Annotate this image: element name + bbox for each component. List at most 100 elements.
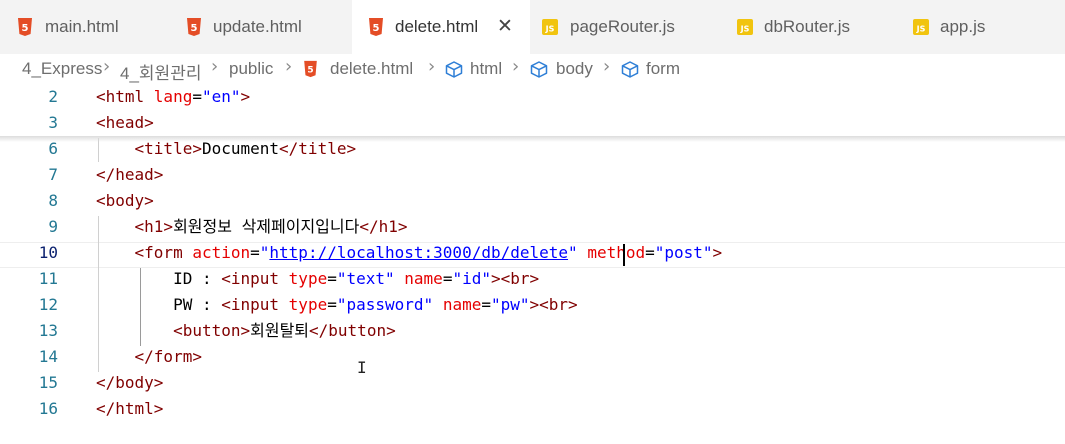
code-line[interactable]: 10 <form action="http://localhost:3000/d…	[0, 240, 1065, 266]
breadcrumb-item-element[interactable]: form	[646, 59, 680, 79]
svg-text:JS: JS	[916, 25, 926, 34]
code-line[interactable]: 11 ID : <input type="text" name="id"><br…	[0, 266, 1065, 292]
code-token: <head>	[96, 113, 154, 132]
symbol-cube-icon	[445, 61, 463, 78]
line-number: 7	[48, 165, 58, 184]
code-text: </body>	[96, 370, 163, 396]
code-token: "	[259, 243, 270, 262]
code-text: </html>	[96, 396, 163, 422]
code-token: =	[250, 243, 260, 262]
code-line[interactable]: 9 <h1>회원정보 삭제페이지입니다</h1>	[0, 214, 1065, 240]
code-token: <input	[221, 295, 289, 314]
chevron-right-icon: ›	[285, 56, 293, 77]
code-token: lang	[153, 87, 193, 106]
symbol-cube-icon	[530, 61, 548, 78]
tab-delete-html[interactable]: 5 delete.html ✕	[352, 0, 530, 54]
code-token: "en"	[201, 87, 241, 106]
js-file-icon: JS	[913, 19, 929, 35]
code-line[interactable]: 3 <head>	[0, 110, 1065, 136]
line-number: 10	[38, 243, 58, 262]
code-token: </body>	[96, 373, 164, 392]
code-text: <head>	[96, 110, 154, 136]
code-token: name	[442, 295, 482, 314]
js-file-icon: JS	[737, 19, 753, 35]
line-number: 8	[48, 191, 58, 210]
code-token: name	[404, 269, 443, 288]
code-text: ID : <input type="text" name="id"><br>	[96, 266, 539, 292]
close-tab-icon[interactable]: ✕	[497, 17, 513, 36]
breadcrumb-item-file[interactable]: delete.html	[330, 59, 413, 79]
breadcrumb-item-folder[interactable]: 4_Express	[22, 59, 102, 79]
code-token: >	[712, 243, 723, 262]
tab-label: main.html	[45, 17, 119, 36]
code-token: ID :	[96, 269, 222, 288]
code-line[interactable]: 7 </head>	[0, 162, 1065, 188]
code-token: "	[568, 243, 578, 262]
code-token: type	[288, 295, 328, 314]
editor-tab-bar: 5 main.html 5 update.html 5 delete.html …	[0, 0, 1065, 54]
code-token: =	[192, 87, 202, 106]
tab-update-html[interactable]: 5 update.html	[175, 0, 352, 54]
code-token: >	[529, 295, 540, 314]
js-file-icon: JS	[542, 19, 558, 35]
code-url-link[interactable]: http://localhost:3000/db/delete	[269, 243, 568, 262]
code-line[interactable]: 8 <body>	[0, 188, 1065, 214]
code-token: >	[490, 269, 501, 288]
text-cursor	[623, 244, 625, 266]
code-token: 회원탈퇴	[250, 321, 310, 340]
code-token: "post"	[654, 243, 713, 262]
code-text: <h1>회원정보 삭제페이지입니다</h1>	[96, 214, 408, 240]
code-token: "pw"	[490, 295, 530, 314]
code-token: =	[481, 295, 491, 314]
tab-main-html[interactable]: 5 main.html	[0, 0, 175, 54]
tab-label: update.html	[213, 17, 302, 36]
code-line[interactable]: 2 <html lang="en">	[0, 84, 1065, 110]
code-line[interactable]: 15 </body>	[0, 370, 1065, 396]
code-token: <body>	[96, 191, 154, 210]
code-text: </head>	[96, 162, 163, 188]
chevron-right-icon: ›	[211, 56, 219, 77]
code-token: "text"	[336, 269, 395, 288]
code-token: method	[587, 243, 646, 262]
tab-app-js[interactable]: JS app.js	[898, 0, 1065, 54]
tab-label: pageRouter.js	[570, 17, 675, 36]
chevron-right-icon: ›	[103, 56, 111, 77]
line-number: 16	[38, 399, 58, 418]
tab-dbrouter-js[interactable]: JS dbRouter.js	[720, 0, 898, 54]
code-line[interactable]: 13 <button>회원탈퇴</button>	[0, 318, 1065, 344]
code-text: <html lang="en">	[96, 84, 250, 110]
tab-label: delete.html	[395, 17, 479, 36]
tab-label: app.js	[940, 17, 986, 36]
mouse-ibeam-cursor-icon: I	[357, 358, 367, 377]
html5-icon: 5	[304, 60, 317, 78]
code-line[interactable]: 16 </html>	[0, 396, 1065, 422]
code-token: 회원정보 삭제페이지입니다	[173, 217, 360, 236]
breadcrumb-item-folder[interactable]: 4_회원관리	[120, 59, 201, 84]
breadcrumb-item-element[interactable]: body	[556, 59, 593, 79]
code-token: <form	[134, 243, 193, 262]
breadcrumb-item-element[interactable]: html	[470, 59, 502, 79]
code-token: PW :	[96, 295, 222, 314]
code-token: =	[327, 295, 337, 314]
svg-text:JS: JS	[545, 25, 555, 34]
line-number: 11	[38, 269, 58, 288]
chevron-right-icon: ›	[428, 56, 436, 77]
line-number: 15	[38, 373, 58, 392]
code-token: action	[192, 243, 251, 262]
tab-pagerouter-js[interactable]: JS pageRouter.js	[530, 0, 720, 54]
code-text: <body>	[96, 188, 154, 214]
code-text: PW : <input type="password" name="pw"><b…	[96, 292, 578, 318]
code-token: <h1>	[134, 217, 174, 236]
html5-icon: 5	[18, 18, 32, 36]
breadcrumb-item-folder[interactable]: public	[229, 59, 273, 79]
chevron-right-icon: ›	[603, 56, 611, 77]
svg-text:5: 5	[373, 23, 380, 34]
code-token: </h1>	[359, 217, 408, 236]
code-line[interactable]: 12 PW : <input type="password" name="pw"…	[0, 292, 1065, 318]
code-line[interactable]: 14 </form>	[0, 344, 1065, 370]
